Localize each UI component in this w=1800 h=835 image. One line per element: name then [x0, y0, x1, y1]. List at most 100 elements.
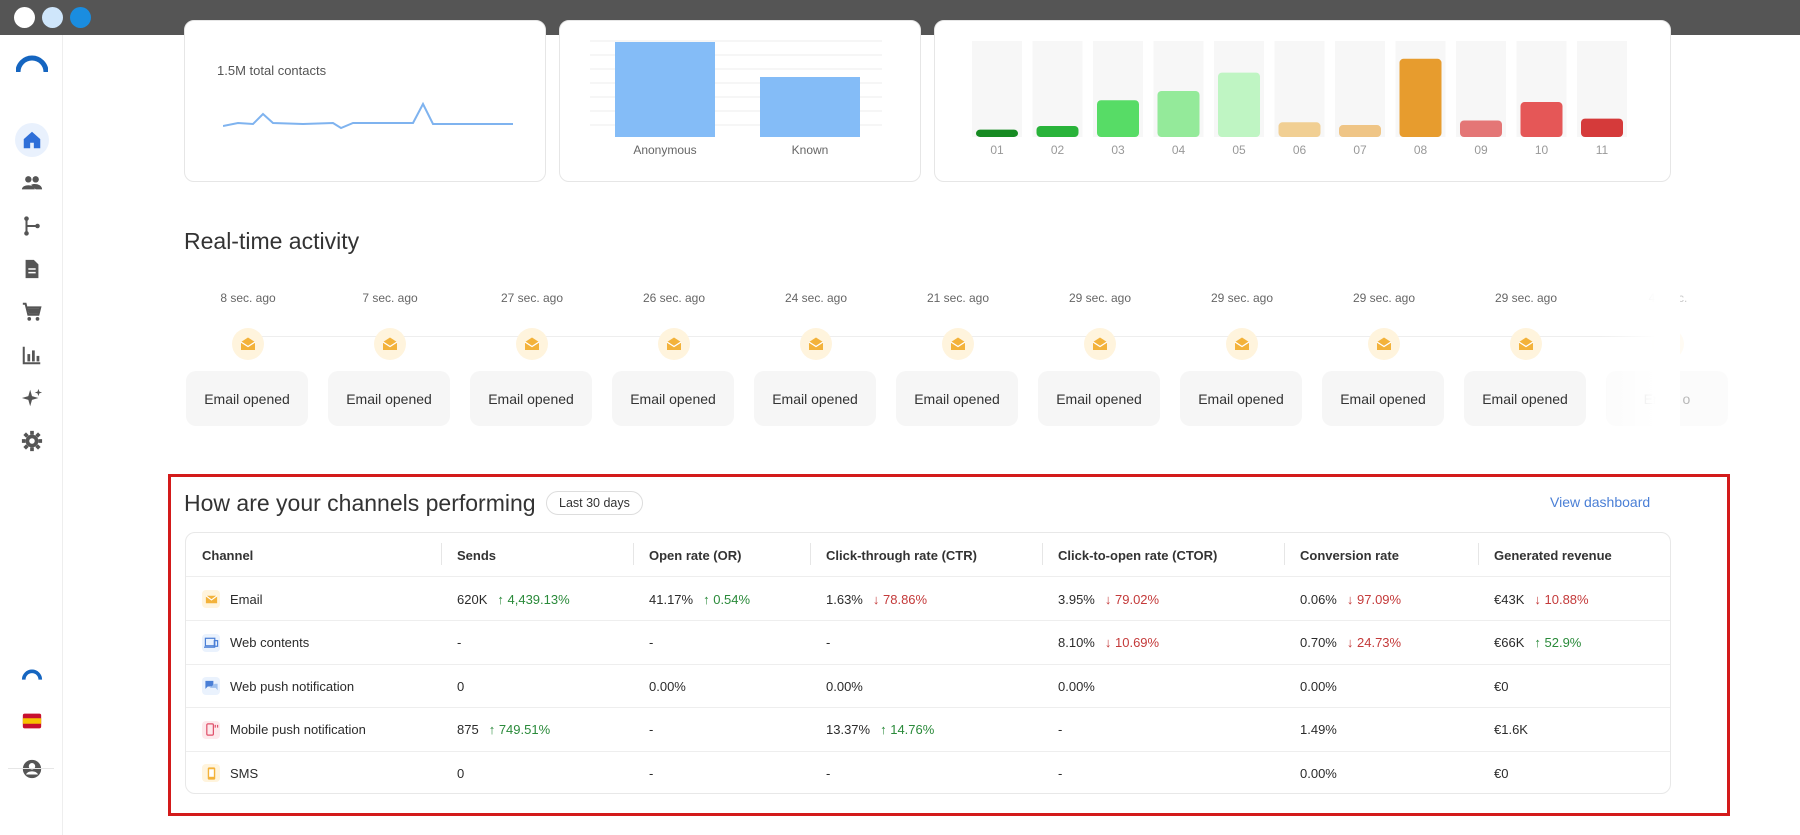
- app-logo-icon[interactable]: [16, 55, 48, 73]
- table-row[interactable]: Web contents - - - 8.10% ↓ 10.69% 0.70% ↓ 24.73…: [186, 621, 1670, 665]
- home-icon: [23, 131, 41, 149]
- flow-nav-button[interactable]: [15, 209, 49, 243]
- view-dashboard-link[interactable]: View dashboard: [1550, 494, 1650, 510]
- metric-delta: ↑ 0.54%: [703, 592, 750, 607]
- mail-open-icon: [374, 328, 406, 360]
- activity-event: Email opened: [1038, 371, 1160, 426]
- channel-name: Mobile push notification: [230, 722, 366, 737]
- activity-event: Email opened: [186, 371, 308, 426]
- rfm-bar[interactable]: [1581, 118, 1623, 137]
- activity-time: 27 sec. ago: [500, 291, 564, 305]
- metric-value: 620K: [457, 591, 488, 607]
- spain-flag-icon: [22, 713, 42, 729]
- column-header[interactable]: Conversion rate: [1300, 533, 1399, 577]
- metric-value: 0: [457, 765, 465, 781]
- gear-nav-button[interactable]: [15, 424, 49, 458]
- rfm-bar[interactable]: [1097, 100, 1139, 137]
- metric-value: 0.70%: [1300, 635, 1337, 650]
- window-maximize-dot[interactable]: [70, 7, 91, 28]
- arrow-up-icon: ↑: [497, 591, 504, 607]
- column-divider: [441, 543, 442, 565]
- rfm-bar[interactable]: [1278, 122, 1321, 137]
- column-header[interactable]: Sends: [457, 533, 496, 577]
- rfm-bar[interactable]: [1036, 125, 1079, 137]
- metric-value: 1.63%: [826, 591, 863, 607]
- channel-name-cell: Mobile push notification: [202, 708, 366, 752]
- column-header[interactable]: Channel: [202, 533, 253, 577]
- activity-event: Email opened: [1180, 371, 1302, 426]
- channel-name-cell: Web contents: [202, 621, 309, 665]
- sparkle-nav-button[interactable]: [15, 381, 49, 415]
- contacts-card: 1.5M total contacts: [184, 20, 546, 182]
- contact-type-bar: [760, 77, 860, 137]
- bar-chart-icon: [22, 346, 41, 365]
- column-divider: [810, 543, 811, 565]
- channel-name: Web contents: [230, 635, 310, 650]
- mobile-push-icon: [202, 720, 220, 739]
- metric-value: 0.00%: [1300, 765, 1337, 781]
- activity-time: 29 sec. ago: [1352, 291, 1416, 305]
- delta-value: 14.76%: [890, 722, 935, 737]
- delta-value: 52.9%: [1544, 635, 1582, 650]
- table-row[interactable]: Mobile push notification 875 ↑ 749.51% - 13.…: [186, 708, 1670, 752]
- activity-time: 24 sec. ago: [784, 291, 848, 305]
- total-contacts-label: 1.5M total contacts: [217, 63, 327, 78]
- arrow-down-icon: ↓: [872, 591, 880, 607]
- window-close-dot[interactable]: [14, 7, 35, 28]
- period-badge[interactable]: Last 30 days: [546, 491, 643, 515]
- people-nav-button[interactable]: [15, 166, 49, 200]
- channels-title: How are your channels performing: [184, 490, 536, 516]
- metric-value: -: [649, 635, 654, 650]
- activity-time: 8 sec. ago: [220, 291, 276, 305]
- arrow-up-icon: ↑: [880, 722, 887, 737]
- table-row[interactable]: Web push notification 0 0.00% 0.00% 0.00% 0.0…: [186, 664, 1670, 708]
- bar-chart-nav-button[interactable]: [15, 338, 49, 372]
- metric-cell: €0: [1494, 751, 1508, 793]
- window-minimize-dot[interactable]: [42, 7, 63, 28]
- document-icon: [25, 259, 39, 279]
- account-button[interactable]: [15, 752, 49, 786]
- column-header[interactable]: Generated revenue: [1494, 533, 1612, 577]
- rfm-bar[interactable]: [1399, 58, 1442, 137]
- metric-value: €0: [1494, 678, 1509, 694]
- activity-time: 29 sec. ago: [1210, 291, 1274, 305]
- metric-value: €43K: [1494, 591, 1525, 607]
- brand-logo-button[interactable]: [15, 658, 49, 692]
- document-nav-button[interactable]: [15, 252, 49, 286]
- table-row[interactable]: Email 620K ↑ 4,439.13% 41.17% ↑ 0.54% 1.63% ↓ …: [186, 577, 1670, 621]
- table-row[interactable]: SMS 0 - - - 0.00% €0: [186, 751, 1670, 793]
- metric-delta: ↑ 14.76%: [880, 722, 934, 737]
- metric-cell: 3.95% ↓ 79.02%: [1058, 577, 1159, 621]
- metric-delta: ↓ 24.73%: [1347, 635, 1401, 650]
- activity-time: 29 sec. ago: [1068, 291, 1132, 305]
- home-nav-button[interactable]: [15, 123, 49, 157]
- metric-cell: -: [1058, 751, 1062, 793]
- spain-flag-button[interactable]: [15, 704, 49, 738]
- metric-cell: 875 ↑ 749.51%: [457, 708, 550, 752]
- activity-time: 26 sec. ago: [642, 291, 706, 305]
- metric-value: 0: [457, 678, 465, 694]
- activity-time: 29 sec. ago: [1494, 291, 1558, 305]
- column-header[interactable]: Click-to-open rate (CTOR): [1058, 533, 1217, 577]
- rfm-bar[interactable]: [976, 129, 1018, 137]
- column-header[interactable]: Click-through rate (CTR): [826, 533, 977, 577]
- activity-event: Email opened: [612, 371, 734, 426]
- rfm-bar[interactable]: [1218, 72, 1260, 137]
- rfm-label: 11: [1596, 143, 1609, 157]
- contact-types-card: Anonymous Known: [559, 20, 921, 182]
- rfm-bar[interactable]: [1339, 125, 1381, 137]
- rfm-bar[interactable]: [1157, 91, 1200, 137]
- metric-value: 41.17%: [649, 591, 694, 607]
- metric-delta: ↑ 52.9%: [1534, 635, 1581, 650]
- rfm-chart: 01 02 03 04 05 06 07 08 09 10 11: [972, 41, 1627, 157]
- cart-nav-button[interactable]: [15, 295, 49, 329]
- metric-delta: ↓ 78.86%: [873, 592, 927, 607]
- column-divider: [633, 543, 634, 565]
- contacts-sparkline: [223, 101, 513, 130]
- metric-value: -: [649, 722, 654, 737]
- arrow-down-icon: ↓: [1346, 635, 1354, 650]
- column-header[interactable]: Open rate (OR): [649, 533, 741, 577]
- rfm-bar[interactable]: [1460, 120, 1502, 137]
- arrow-down-icon: ↓: [1534, 591, 1541, 607]
- rfm-bar[interactable]: [1520, 102, 1563, 137]
